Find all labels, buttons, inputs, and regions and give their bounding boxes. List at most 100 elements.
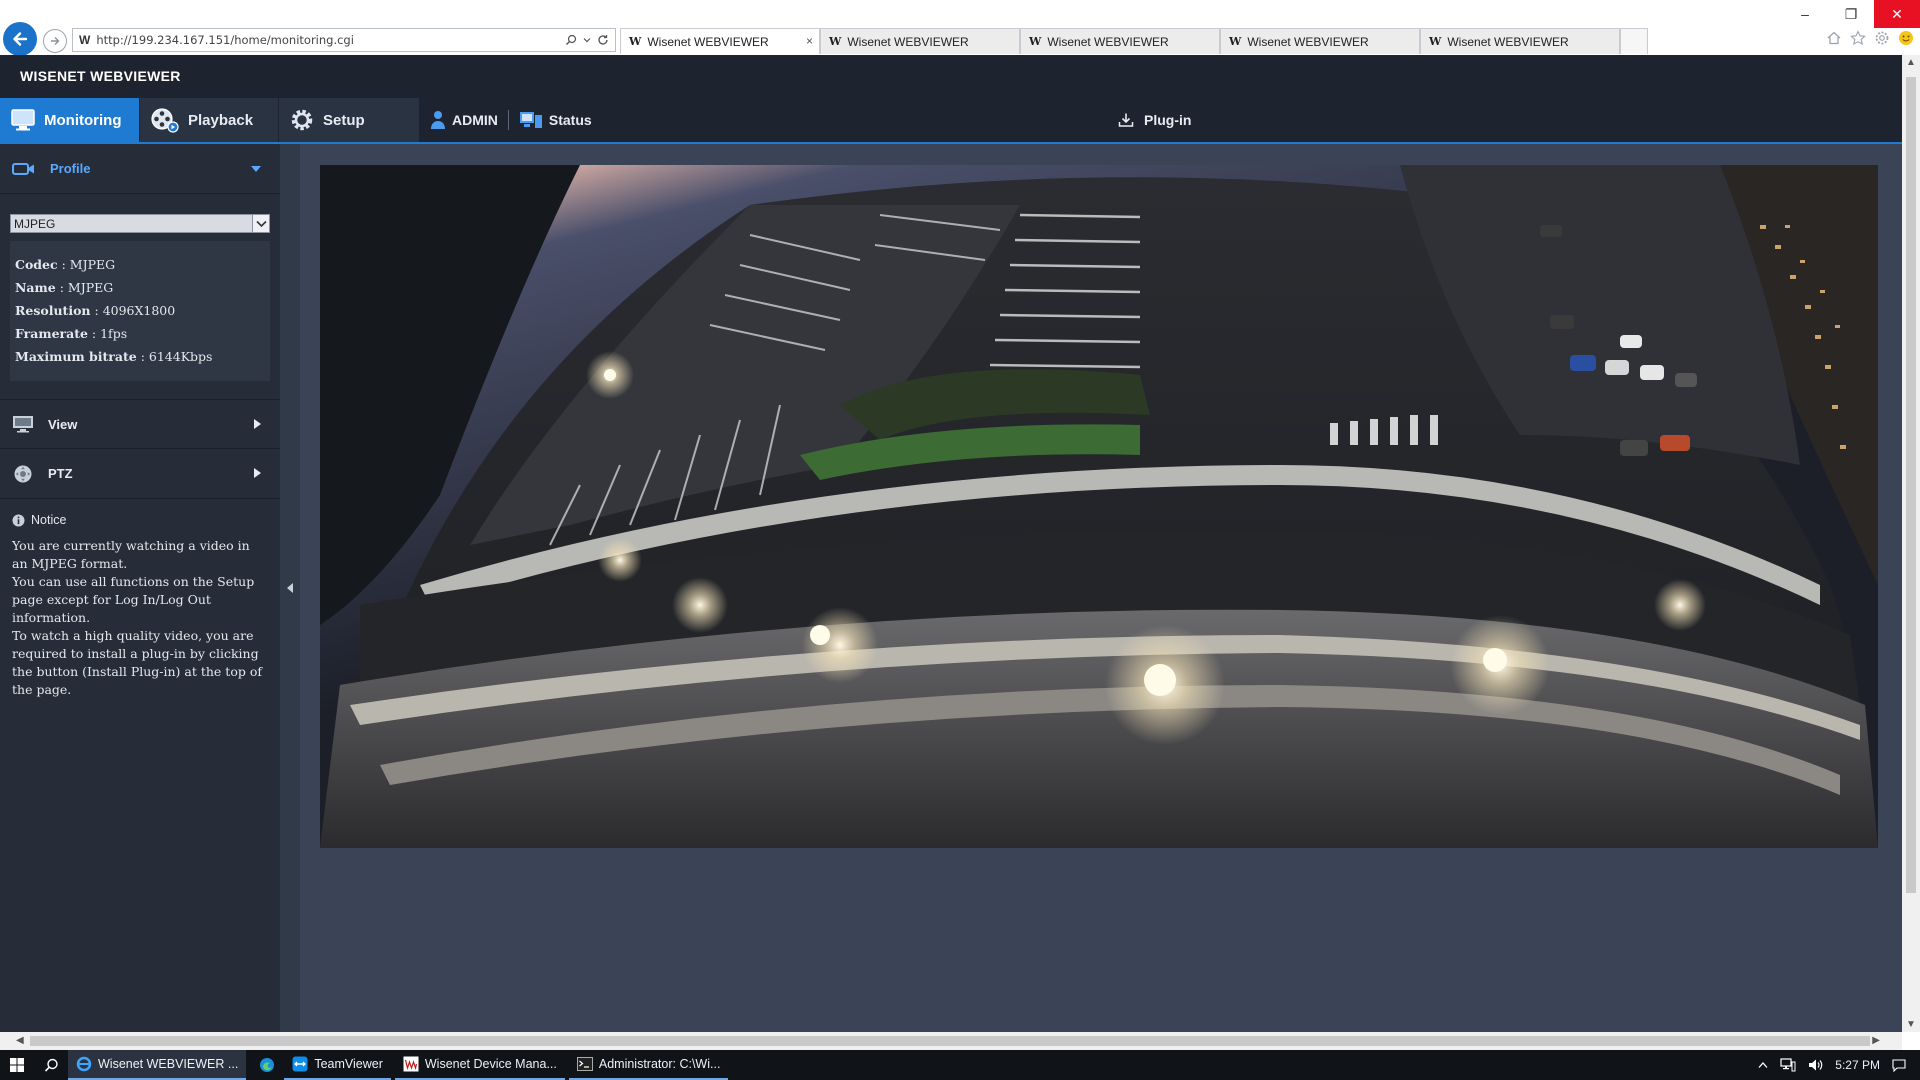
restore-button[interactable]: ❐: [1828, 0, 1874, 28]
status-monitor-icon: [519, 110, 543, 130]
speaker-icon[interactable]: [1808, 1058, 1823, 1072]
browser-tab-title: Wisenet WEBVIEWER: [847, 34, 969, 49]
tab-monitoring[interactable]: Monitoring: [0, 98, 140, 142]
browser-tab[interactable]: W Wisenet WEBVIEWER: [820, 28, 1020, 54]
profile-info-row: Name : MJPEG: [15, 280, 114, 295]
browser-tab-title: Wisenet WEBVIEWER: [1247, 34, 1369, 49]
settings-gear-icon[interactable]: [1874, 30, 1890, 46]
caret-down-icon: [250, 162, 262, 177]
profile-info-row: Framerate : 1fps: [15, 326, 128, 341]
profile-select-value: MJPEG: [14, 216, 56, 231]
address-bar[interactable]: W http://199.234.167.151/home/monitoring…: [72, 28, 616, 52]
wisenet-favicon-icon: W: [1029, 35, 1042, 48]
caret-right-icon: [252, 418, 262, 433]
profile-info-box: Codec : MJPEG Name : MJPEG Resolution : …: [10, 241, 270, 381]
profile-select[interactable]: MJPEG: [10, 214, 270, 233]
view-panel-header[interactable]: View: [0, 399, 280, 449]
browser-tab[interactable]: W Wisenet WEBVIEWER: [1020, 28, 1220, 54]
info-key: Codec: [15, 257, 58, 272]
minimize-button[interactable]: –: [1782, 0, 1828, 28]
scroll-up-icon[interactable]: ▲: [1906, 57, 1916, 68]
horizontal-scroll-thumb[interactable]: [30, 1036, 1870, 1046]
vertical-scrollbar[interactable]: ▲ ▼: [1902, 55, 1920, 1032]
video-camera-icon: [12, 161, 36, 177]
notice-body: You are currently watching a video in an…: [12, 537, 268, 699]
url-text[interactable]: http://199.234.167.151/home/monitoring.c…: [96, 33, 565, 47]
ie-icon: [76, 1056, 92, 1072]
network-icon[interactable]: [1780, 1058, 1796, 1072]
wisenet-favicon-icon: W: [1229, 35, 1242, 48]
scroll-right-icon[interactable]: ▶: [1872, 1035, 1880, 1046]
taskbar-item-cmd[interactable]: Administrator: C:\Wi...: [568, 1050, 729, 1080]
browser-tab[interactable]: W Wisenet WEBVIEWER: [1420, 28, 1620, 54]
user-name: ADMIN: [452, 112, 498, 128]
back-button[interactable]: [3, 22, 37, 56]
browser-tab[interactable]: W Wisenet WEBVIEWER: [1220, 28, 1420, 54]
taskbar-search-button[interactable]: [34, 1050, 68, 1080]
sidebar: Profile MJPEG Codec : MJPEG Name : MJPEG…: [0, 144, 280, 1032]
chevron-down-icon: [252, 215, 269, 232]
profile-label: Profile: [50, 161, 91, 176]
tab-setup[interactable]: Setup: [279, 98, 420, 142]
taskbar-item-label: TeamViewer: [314, 1057, 383, 1071]
profile-panel-header[interactable]: Profile: [0, 144, 280, 194]
notice-paragraph: To watch a high quality video, you are r…: [12, 628, 262, 697]
taskbar-clock[interactable]: 5:27 PM: [1835, 1058, 1880, 1072]
taskbar-item-wisenet-device-manager[interactable]: Wisenet Device Mana...: [394, 1050, 565, 1080]
browser-toolbar: [1826, 30, 1914, 46]
taskbar-edge-button[interactable]: [250, 1050, 284, 1080]
info-value: MJPEG: [67, 280, 114, 295]
film-reel-icon: [150, 107, 180, 133]
arrow-right-icon: [51, 37, 60, 45]
close-window-button[interactable]: ✕: [1874, 0, 1920, 28]
system-tray: 5:27 PM: [1758, 1050, 1906, 1080]
scroll-left-icon[interactable]: ◀: [16, 1035, 24, 1046]
taskbar-item-ie[interactable]: Wisenet WEBVIEWER ...: [68, 1050, 247, 1080]
caret-right-icon: [252, 467, 262, 482]
browser-tab-title: Wisenet WEBVIEWER: [647, 34, 769, 49]
start-button[interactable]: [0, 1050, 34, 1080]
profile-info-row: Resolution : 4096X1800: [15, 303, 176, 318]
taskbar-item-teamviewer[interactable]: TeamViewer: [284, 1050, 391, 1080]
search-icon: [44, 1058, 58, 1072]
refresh-icon[interactable]: [597, 34, 609, 46]
wisenet-favicon-icon: W: [629, 35, 642, 48]
ptz-panel-header[interactable]: PTZ: [0, 449, 280, 499]
chevron-up-icon[interactable]: [1758, 1061, 1768, 1069]
new-tab-button[interactable]: [1620, 28, 1648, 54]
user-menu[interactable]: ADMIN: [420, 98, 508, 142]
horizontal-scrollbar[interactable]: ◀ ▶: [0, 1032, 1902, 1050]
search-icon[interactable]: [565, 34, 577, 46]
browser-tab-title: Wisenet WEBVIEWER: [1447, 34, 1569, 49]
home-icon[interactable]: [1826, 30, 1842, 46]
window-controls: – ❐ ✕: [1782, 0, 1920, 28]
scroll-down-icon[interactable]: ▼: [1906, 1019, 1916, 1030]
notice-title: Notice: [31, 513, 67, 527]
info-icon: [12, 514, 25, 527]
browser-tab[interactable]: W Wisenet WEBVIEWER ×: [620, 28, 820, 54]
plugin-button[interactable]: Plug-in: [1118, 98, 1191, 142]
feedback-smiley-icon[interactable]: [1898, 30, 1914, 46]
camera-video-feed[interactable]: [320, 165, 1878, 848]
status-menu[interactable]: Status: [509, 98, 602, 142]
monitor-icon: [12, 415, 34, 433]
forward-button[interactable]: [43, 29, 67, 53]
monitor-icon: [10, 108, 36, 132]
info-value: 6144Kbps: [148, 349, 213, 364]
info-value: 4096X1800: [102, 303, 176, 318]
vertical-scroll-thumb[interactable]: [1906, 77, 1916, 893]
notice-box: Notice You are currently watching a vide…: [0, 499, 280, 699]
close-tab-icon[interactable]: ×: [806, 34, 813, 48]
notification-icon[interactable]: [1892, 1058, 1906, 1072]
tab-playback[interactable]: Playback: [140, 98, 279, 142]
sidebar-collapse-handle[interactable]: [280, 144, 300, 1032]
windows-taskbar: Wisenet WEBVIEWER ... TeamViewer Wisenet…: [0, 1050, 1920, 1080]
teamviewer-icon: [292, 1056, 308, 1072]
dropdown-arrow-icon[interactable]: [583, 36, 591, 44]
wisenet-icon: [403, 1056, 419, 1072]
info-value: MJPEG: [69, 257, 116, 272]
browser-tab-title: Wisenet WEBVIEWER: [1047, 34, 1169, 49]
favorites-star-icon[interactable]: [1850, 30, 1866, 46]
windows-logo-icon: [10, 1058, 24, 1072]
notice-header: Notice: [12, 513, 268, 527]
